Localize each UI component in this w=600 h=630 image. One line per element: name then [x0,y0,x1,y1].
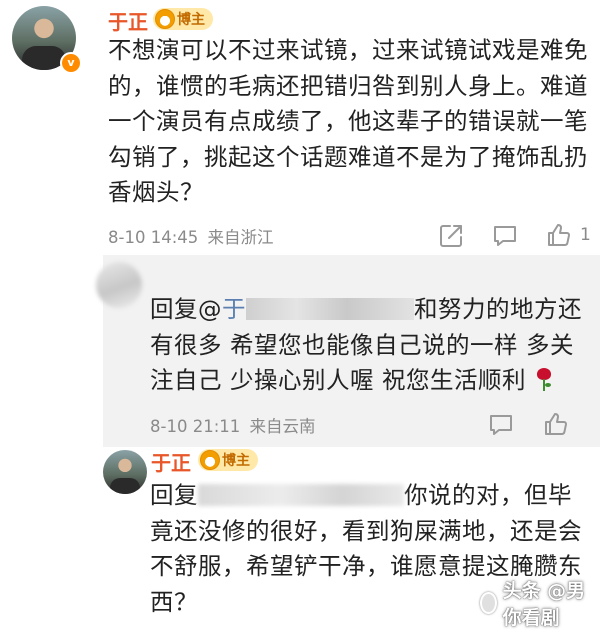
blogger-badge-label: 博主 [177,12,205,28]
reply-line-tail: 和努力的地方还 [414,295,582,323]
blogger-badge: 博主 [198,449,258,471]
watermark: 头条 @男你看剧 [480,576,600,630]
reply-line: 有很多 希望您也能像自己说的一样 多关 [150,330,574,359]
comment-line: 的，谁惯的毛病还把错归咎到别人身上。难道 [108,71,588,100]
like-icon[interactable] [546,222,572,248]
rose-icon [534,366,554,392]
reply-prefix: 回复@ [150,295,222,323]
reply-prefix: 回复 [150,481,198,509]
blogger-badge-label: 博主 [222,453,250,469]
username[interactable]: 于正 [108,6,148,35]
redacted-name [198,484,404,506]
comment-icon[interactable] [488,412,514,438]
reply-line: 竟还没修的很好，看到狗屎满地，还是会 [150,516,582,545]
reply-line: 回复@于 和努力的地方还 [150,292,590,328]
verified-badge-icon: v [60,52,82,74]
avatar[interactable] [96,262,142,308]
comment-icon[interactable] [492,223,518,249]
location: 来自浙江 [207,228,274,247]
comment-line: 勾销了，挑起这个话题难道不是为了掩饰乱扔 [108,142,588,171]
redacted-mention [246,298,414,320]
share-icon[interactable] [438,223,464,249]
username[interactable]: 于正 [151,447,191,476]
avatar[interactable] [103,450,147,494]
mascot-icon [155,9,175,29]
reply-meta: 8-10 21:11 来自云南 [150,413,316,437]
reply-text: 回复@于 和努力的地方还 有很多 希望您也能像自己说的一样 多关 注自己 少操心别… [150,292,590,399]
reply-line-tail: 你说的对，但毕 [404,481,572,509]
blogger-badge: 博主 [153,8,213,30]
like-icon[interactable] [543,411,569,437]
comment-line: 不想演可以不过来试镜，过来试镜试戏是难免 [108,36,588,64]
reply-line: 回复 你说的对，但毕 [150,478,598,514]
timestamp: 8-10 21:11 [150,417,241,436]
like-count: 1 [580,225,591,245]
comment-line: 一个演员有点成绩了，他这辈子的错误就一笔 [108,107,588,135]
comment-meta: 8-10 14:45 来自浙江 [108,224,274,248]
reply-line-text: 注自己 少操心别人喔 祝您生活顺利 [150,366,526,394]
comment-text: 不想演可以不过来试镜，过来试镜试戏是难免 的，谁惯的毛病还把错归咎到别人身上。难… [108,33,598,211]
mention-fragment[interactable]: 于 [222,295,246,323]
watermark-text: 头条 @男你看剧 [502,580,586,629]
watermark-logo-icon [480,592,497,614]
location: 来自云南 [249,417,316,436]
mascot-icon [200,450,220,470]
comment-line: 香烟头？ [108,178,204,206]
timestamp: 8-10 14:45 [108,228,199,247]
reply-line: 注自己 少操心别人喔 祝您生活顺利 [150,363,590,399]
